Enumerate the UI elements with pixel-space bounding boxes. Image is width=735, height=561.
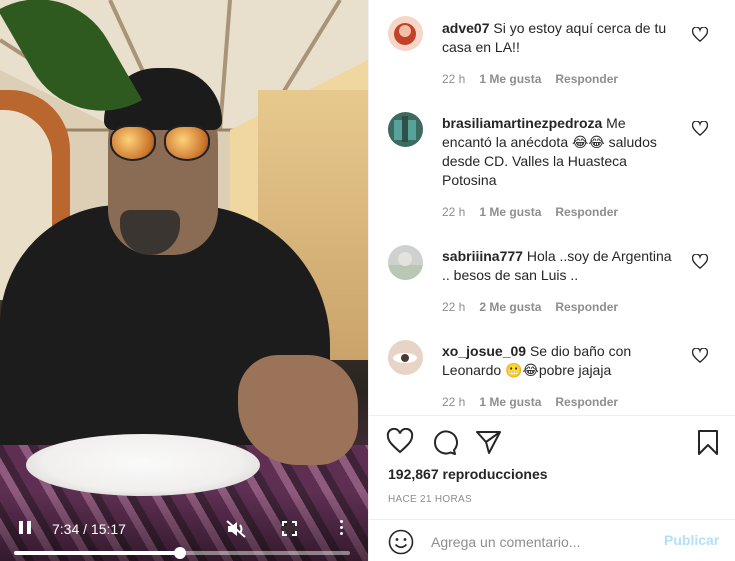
avatar[interactable] (388, 340, 423, 375)
comment-username[interactable]: brasiliamartinezpedroza (442, 115, 602, 131)
comment-input[interactable] (431, 532, 651, 552)
comment-icon[interactable] (430, 428, 458, 456)
comment-meta: 22 h 1 Me gusta Responder (442, 395, 632, 409)
comment-reply-button[interactable]: Responder (555, 300, 618, 314)
heart-icon[interactable] (691, 253, 709, 270)
comment-meta: 22 h 2 Me gusta Responder (442, 300, 632, 314)
heart-icon[interactable] (691, 120, 709, 137)
comment-time[interactable]: 22 h (442, 395, 465, 409)
bookmark-icon[interactable] (694, 428, 722, 456)
post-timestamp[interactable]: HACE 21 HORAS (388, 494, 472, 505)
sunglasses-left (110, 125, 156, 161)
person-hand (238, 355, 358, 465)
emoji-icon[interactable] (388, 529, 414, 555)
play-pause-icon[interactable] (16, 519, 34, 539)
comment-likes[interactable]: 2 Me gusta (479, 300, 541, 314)
comment-likes[interactable]: 1 Me gusta (479, 72, 541, 86)
publish-button[interactable]: Publicar (664, 532, 719, 548)
comment-username[interactable]: sabriiina777 (442, 248, 523, 264)
comment-text: adve07 Si yo estoy aquí cerca de tu casa… (442, 19, 674, 57)
heart-icon[interactable] (691, 347, 709, 364)
heart-icon[interactable] (691, 26, 709, 43)
comment-reply-button[interactable]: Responder (555, 72, 618, 86)
comments-list[interactable]: adve07 Si yo estoy aquí cerca de tu casa… (369, 0, 735, 415)
comment-time[interactable]: 22 h (442, 300, 465, 314)
video-controls: 7:34 / 15:17 (0, 511, 368, 561)
comment-meta: 22 h 1 Me gusta Responder (442, 72, 632, 86)
view-count[interactable]: 192,867 reproducciones (388, 466, 548, 482)
comment-time[interactable]: 22 h (442, 72, 465, 86)
more-icon[interactable] (338, 520, 344, 538)
video-time: 7:34 / 15:17 (52, 521, 126, 537)
mute-icon[interactable] (226, 520, 246, 538)
share-icon[interactable] (474, 428, 502, 456)
comment-username[interactable]: adve07 (442, 20, 489, 36)
instagram-post-view: 7:34 / 15:17 adve07 Si yo estoy aquí cer… (0, 0, 735, 561)
avatar[interactable] (388, 16, 423, 51)
comment-likes[interactable]: 1 Me gusta (479, 205, 541, 219)
avatar[interactable] (388, 112, 423, 147)
comment-composer: Publicar (369, 520, 735, 561)
comment-text: brasiliamartinezpedroza Me encantó la an… (442, 114, 674, 190)
comment-username[interactable]: xo_josue_09 (442, 343, 526, 359)
heart-icon[interactable] (386, 427, 414, 456)
plate (26, 434, 260, 496)
video-progress-bar[interactable] (14, 547, 350, 559)
comment-time[interactable]: 22 h (442, 205, 465, 219)
post-side-panel: adve07 Si yo estoy aquí cerca de tu casa… (368, 0, 735, 561)
video-player[interactable]: 7:34 / 15:17 (0, 0, 368, 561)
video-progress-handle[interactable] (173, 547, 186, 559)
comment-reply-button[interactable]: Responder (555, 205, 618, 219)
post-actions (369, 424, 735, 460)
fullscreen-icon[interactable] (281, 520, 298, 537)
avatar[interactable] (388, 245, 423, 280)
divider (369, 415, 735, 416)
comment-meta: 22 h 1 Me gusta Responder (442, 205, 632, 219)
comment-text: xo_josue_09 Se dio baño con Leonardo 😬😂p… (442, 342, 674, 380)
sunglasses-right (164, 125, 210, 161)
comment-text: sabriiina777 Hola ..soy de Argentina .. … (442, 247, 674, 285)
comment-likes[interactable]: 1 Me gusta (479, 395, 541, 409)
video-progress-fill (14, 551, 180, 555)
comment-reply-button[interactable]: Responder (555, 395, 618, 409)
